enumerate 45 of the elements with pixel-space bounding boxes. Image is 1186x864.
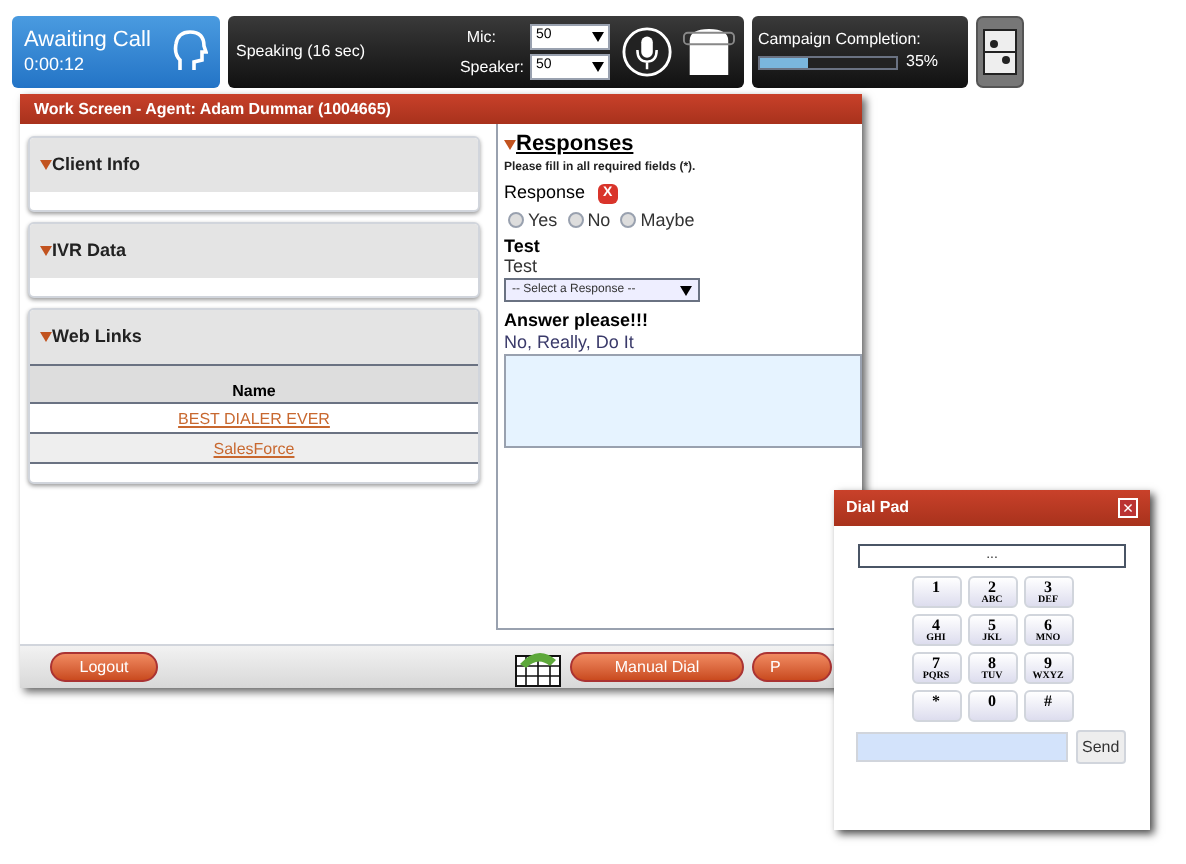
radio-button[interactable]: [620, 212, 637, 229]
dial-input-field[interactable]: [856, 732, 1068, 762]
caret-icon: [504, 140, 516, 150]
caret-icon: [680, 285, 692, 295]
speaker-label: Speaker:: [457, 55, 524, 79]
head-icon: [172, 30, 208, 74]
panel-title[interactable]: Client Info: [52, 151, 140, 179]
close-button[interactable]: ×: [1118, 498, 1138, 518]
window-title: Work Screen - Agent: Adam Dummar (1004665): [34, 97, 391, 121]
answer-field[interactable]: [504, 354, 862, 448]
question-label: Answer please!!!: [504, 310, 651, 332]
microphone-icon[interactable]: [622, 26, 673, 78]
question-description: No, Really, Do It: [504, 332, 636, 354]
phone-keypad-icon[interactable]: [514, 647, 562, 687]
call-state: Speaking (16 sec): [236, 40, 367, 64]
progress-reading: 35%: [906, 50, 939, 74]
radio-label: Maybe: [640, 207, 695, 234]
radio-button[interactable]: [567, 212, 584, 229]
section-title: Responses: [516, 132, 634, 158]
dial-key[interactable]: 1: [911, 576, 961, 608]
send-button[interactable]: Send: [1076, 730, 1126, 764]
table-header: Name: [30, 364, 478, 404]
caret-icon: [40, 332, 52, 342]
caret-icon: [40, 160, 52, 170]
radio-label: No: [587, 207, 611, 233]
dial-key[interactable]: *: [911, 690, 961, 722]
campaign-label: Campaign Completion:: [758, 30, 923, 50]
question-label: Test: [504, 236, 542, 256]
radio-button[interactable]: [508, 212, 524, 229]
status-title: Awaiting Call: [24, 28, 151, 52]
web-link[interactable]: BEST DIALER EVER: [178, 410, 330, 428]
question-description: Test: [504, 256, 540, 276]
question-label: Response: [504, 180, 586, 206]
mic-label: Mic:: [464, 25, 498, 49]
call-timer: 0:00:12: [24, 52, 87, 76]
panel-title[interactable]: Web Links: [52, 323, 142, 351]
window-title: Dial Pad: [846, 496, 910, 520]
caret-icon: [592, 32, 604, 42]
panel-title[interactable]: IVR Data: [52, 237, 127, 265]
radio-label: Yes: [528, 207, 558, 233]
dial-key[interactable]: #: [1023, 690, 1073, 722]
action-button[interactable]: Logout: [50, 652, 158, 682]
dial-key[interactable]: 0: [967, 690, 1017, 722]
caret-icon: [592, 62, 604, 72]
caret-icon: [40, 246, 52, 256]
